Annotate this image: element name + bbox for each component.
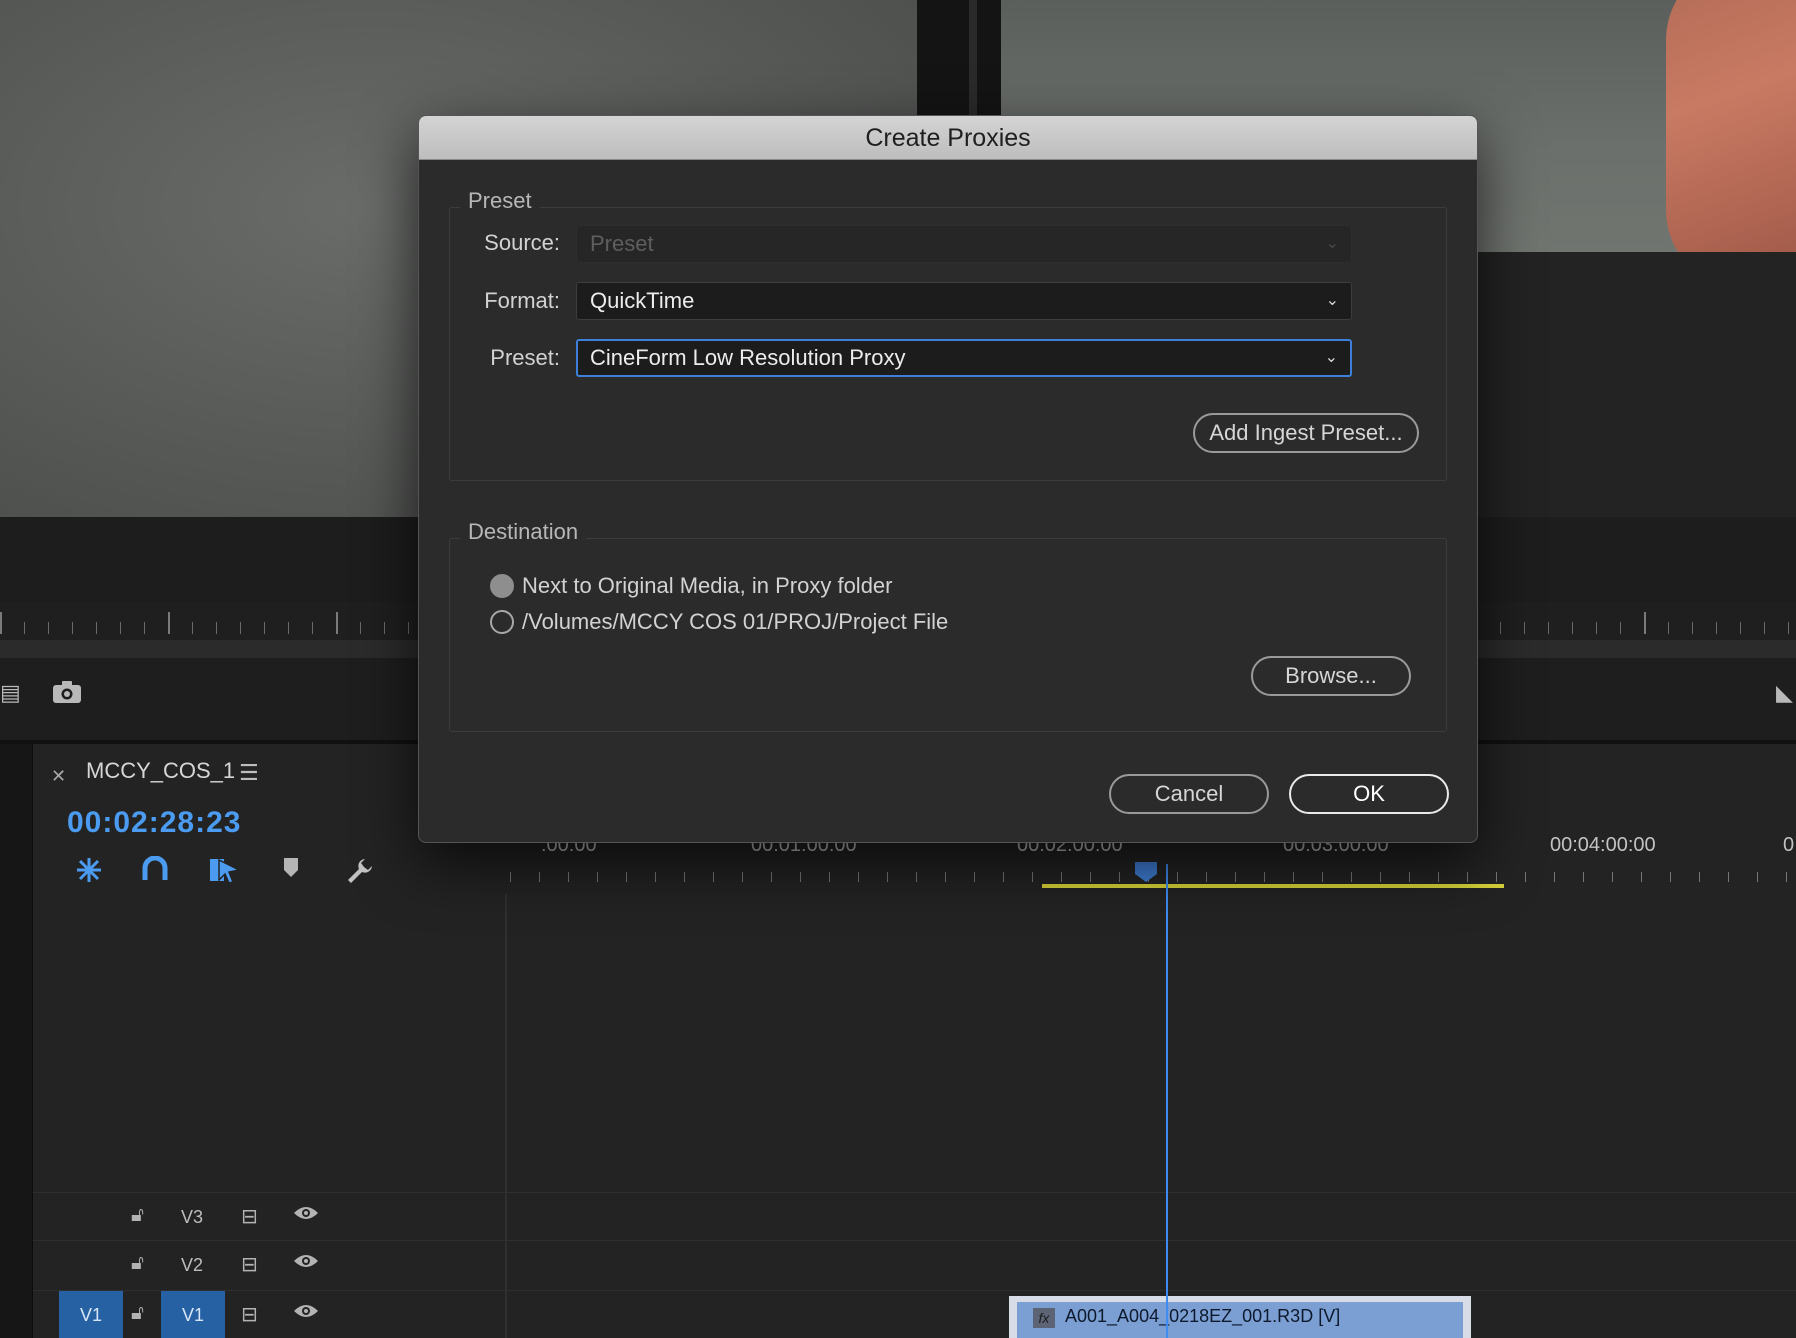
track-header: 🔓︎ V2 ⊟ <box>33 1241 505 1288</box>
sequence-tab-name[interactable]: MCCY_COS_1 <box>86 758 235 784</box>
work-area-bar[interactable] <box>1042 884 1504 888</box>
playhead-line[interactable] <box>1166 864 1168 1338</box>
preset-label: Preset: <box>490 345 560 370</box>
radio-unselected-icon[interactable] <box>490 610 514 634</box>
program-frame-subject <box>1666 0 1796 252</box>
format-dropdown[interactable]: QuickTime ⌄ <box>576 282 1352 320</box>
add-ingest-preset-button[interactable]: Add Ingest Preset... <box>1193 413 1419 453</box>
track-target-v1[interactable]: V1 <box>161 1291 225 1338</box>
wrench-settings-icon[interactable] <box>345 856 375 893</box>
sync-lock-icon[interactable]: ⊟ <box>241 1204 258 1229</box>
add-marker-icon[interactable] <box>281 856 301 887</box>
lock-icon[interactable]: 🔓︎ <box>131 1302 144 1325</box>
track-name[interactable]: V2 <box>181 1255 203 1276</box>
track-v1: V1 🔓︎ V1 ⊟ <box>33 1290 1796 1338</box>
program-monitor-ruler[interactable] <box>1476 602 1796 640</box>
preset-group: Preset Source: Preset ⌄ Format: QuickTim… <box>449 188 1447 481</box>
lock-icon[interactable]: 🔓︎ <box>131 1252 144 1275</box>
chevron-down-icon: ⌄ <box>1324 349 1338 366</box>
eye-icon[interactable] <box>293 1252 319 1276</box>
browse-button[interactable]: Browse... <box>1251 656 1411 696</box>
camera-icon[interactable] <box>52 680 82 710</box>
format-label: Format: <box>484 288 560 313</box>
eye-icon[interactable] <box>293 1204 319 1228</box>
button-editor-icon[interactable]: ◣ <box>1776 680 1793 706</box>
export-frame-partial-icon[interactable]: ▤ <box>0 680 21 706</box>
close-sequence-icon[interactable]: ✕ <box>51 766 66 787</box>
timeline-clip[interactable]: fx A001_A004_0218EZ_001.R3D [V] <box>1009 1296 1471 1338</box>
dialog-title: Create Proxies <box>419 116 1477 160</box>
source-dropdown: Preset ⌄ <box>576 225 1352 263</box>
ruler-label: 00:04:00:00 <box>1550 834 1656 856</box>
sync-lock-icon[interactable]: ⊟ <box>241 1302 258 1327</box>
preset-group-legend: Preset <box>460 188 540 214</box>
insert-nest-icon[interactable] <box>73 856 105 891</box>
source-patch-v1[interactable]: V1 <box>59 1291 123 1338</box>
cancel-button[interactable]: Cancel <box>1109 774 1269 814</box>
destination-group-legend: Destination <box>460 519 587 545</box>
create-proxies-dialog: Create Proxies Preset Source: Preset ⌄ F… <box>418 115 1478 843</box>
snap-magnet-icon[interactable] <box>141 855 169 891</box>
eye-icon[interactable] <box>293 1302 319 1326</box>
left-panel-gutter <box>0 744 33 1338</box>
panel-menu-icon[interactable]: ☰ <box>239 760 259 786</box>
fx-badge-icon: fx <box>1033 1308 1055 1328</box>
playhead-timecode[interactable]: 00:02:28:23 <box>67 806 241 840</box>
chevron-down-icon: ⌄ <box>1325 292 1339 309</box>
linked-selection-icon[interactable] <box>209 856 242 891</box>
lock-icon[interactable]: 🔓︎ <box>131 1204 144 1227</box>
ruler-label: 0 <box>1783 834 1795 856</box>
preset-dropdown[interactable]: CineForm Low Resolution Proxy ⌄ <box>576 339 1352 377</box>
source-label: Source: <box>484 230 560 255</box>
track-v2: 🔓︎ V2 ⊟ <box>33 1240 1796 1288</box>
sync-lock-icon[interactable]: ⊟ <box>241 1252 258 1277</box>
clip-name: A001_A004_0218EZ_001.R3D [V] <box>1065 1306 1341 1326</box>
chevron-down-icon: ⌄ <box>1325 235 1339 252</box>
ok-button[interactable]: OK <box>1289 774 1449 814</box>
destination-group: Destination Next to Original Media, in P… <box>449 519 1447 732</box>
track-name[interactable]: V3 <box>181 1207 203 1228</box>
track-header: 🔓︎ V3 ⊟ <box>33 1193 505 1240</box>
radio-selected-icon[interactable] <box>490 574 514 598</box>
source-monitor-ruler[interactable] <box>0 602 430 640</box>
track-header: V1 🔓︎ V1 ⊟ <box>33 1291 505 1338</box>
track-v3: 🔓︎ V3 ⊟ <box>33 1192 1796 1240</box>
